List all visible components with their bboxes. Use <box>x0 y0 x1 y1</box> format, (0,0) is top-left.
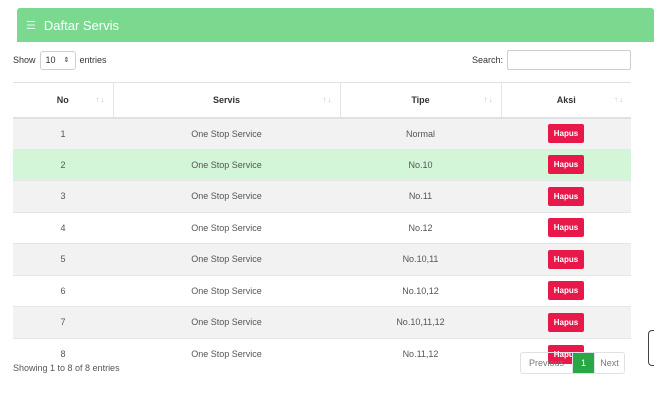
cell-tipe: Normal <box>340 117 501 149</box>
sort-icon: ↑↓ <box>95 95 106 104</box>
cell-tipe: No.10,11,12 <box>340 306 501 338</box>
cell-tipe: No.10,11 <box>340 243 501 275</box>
cell-aksi: Hapus <box>501 180 631 212</box>
scroll-handle[interactable] <box>648 330 654 366</box>
delete-button[interactable]: Hapus <box>547 312 585 332</box>
table-row: 7 One Stop Service No.10,11,12 Hapus <box>13 306 631 338</box>
cell-no: 5 <box>13 243 113 275</box>
table-row: 3 One Stop Service No.11 Hapus <box>13 180 631 212</box>
delete-button[interactable]: Hapus <box>547 281 585 301</box>
cell-aksi: Hapus <box>501 243 631 275</box>
service-table: No ↑↓ Servis ↑↓ Tipe ↑↓ Aksi ↑↓ 1 One Stop S… <box>13 82 631 370</box>
entries-select[interactable]: 10 ⇕ <box>39 50 76 70</box>
cell-no: 1 <box>13 117 113 149</box>
cell-servis: One Stop Service <box>113 148 340 181</box>
table-row: 1 One Stop Service Normal Hapus <box>13 117 631 149</box>
cell-aksi: Hapus <box>501 211 631 244</box>
cell-servis: One Stop Service <box>113 243 340 275</box>
entries-length: Show 10 ⇕ entries <box>13 50 107 70</box>
table-info: Showing 1 to 8 of 8 entries <box>13 363 120 373</box>
cell-no: 4 <box>13 211 113 244</box>
delete-button[interactable]: Hapus <box>547 249 585 269</box>
card-header: ☰ Daftar Servis <box>17 8 654 42</box>
cell-aksi: Hapus <box>501 117 631 149</box>
table-header-row: No ↑↓ Servis ↑↓ Tipe ↑↓ Aksi ↑↓ <box>13 82 631 119</box>
column-header-servis[interactable]: Servis ↑↓ <box>112 82 340 119</box>
delete-button[interactable]: Hapus <box>547 155 585 175</box>
search-label: Search: <box>471 55 503 65</box>
cell-tipe: No.10 <box>340 148 501 181</box>
cell-servis: One Stop Service <box>113 337 340 370</box>
column-header-no[interactable]: No ↑↓ <box>13 82 113 119</box>
updown-icon: ⇕ <box>63 57 70 64</box>
cell-aksi: Hapus <box>501 306 631 338</box>
cell-no: 2 <box>13 148 113 181</box>
table-row: 5 One Stop Service No.10,11 Hapus <box>13 243 631 275</box>
cell-tipe: No.11 <box>340 180 501 212</box>
cell-no: 6 <box>13 274 113 307</box>
cell-no: 7 <box>13 306 113 338</box>
sort-icon: ↑↓ <box>483 95 494 104</box>
cell-servis: One Stop Service <box>113 274 340 307</box>
cell-servis: One Stop Service <box>113 117 340 149</box>
cell-servis: One Stop Service <box>113 211 340 244</box>
cell-tipe: No.11,12 <box>340 337 501 370</box>
next-button[interactable]: Next <box>594 353 624 373</box>
table-row: 6 One Stop Service No.10,12 Hapus <box>13 274 631 307</box>
cell-tipe: No.10,12 <box>340 274 501 307</box>
hamburger-icon[interactable]: ☰ <box>26 19 36 32</box>
show-label: Show <box>13 55 36 65</box>
cell-servis: One Stop Service <box>113 306 340 338</box>
cell-no: 3 <box>13 180 113 212</box>
delete-button[interactable]: Hapus <box>547 218 585 238</box>
table-row: 4 One Stop Service No.12 Hapus <box>13 211 631 244</box>
sort-icon: ↑↓ <box>614 95 624 104</box>
cell-servis: One Stop Service <box>113 180 340 212</box>
previous-button[interactable]: Previous <box>521 353 573 373</box>
delete-button[interactable]: Hapus <box>547 124 585 143</box>
delete-button[interactable]: Hapus <box>547 186 585 206</box>
pagination: Previous 1 Next <box>520 352 625 374</box>
column-header-aksi[interactable]: Aksi ↑↓ <box>500 82 631 119</box>
sort-icon: ↑↓ <box>322 95 333 104</box>
page-button-1[interactable]: 1 <box>573 353 594 373</box>
cell-aksi: Hapus <box>501 148 631 181</box>
cell-aksi: Hapus <box>501 274 631 307</box>
page-title: Daftar Servis <box>43 17 120 33</box>
search-input[interactable] <box>507 50 631 70</box>
table-controls: Show 10 ⇕ entries Search: <box>13 50 631 70</box>
column-header-tipe[interactable]: Tipe ↑↓ <box>339 82 501 119</box>
entries-label: entries <box>79 55 107 65</box>
entries-value: 10 <box>45 55 56 65</box>
table-row: 2 One Stop Service No.10 Hapus <box>13 148 631 181</box>
cell-tipe: No.12 <box>340 211 501 244</box>
search-box: Search: <box>472 50 631 70</box>
